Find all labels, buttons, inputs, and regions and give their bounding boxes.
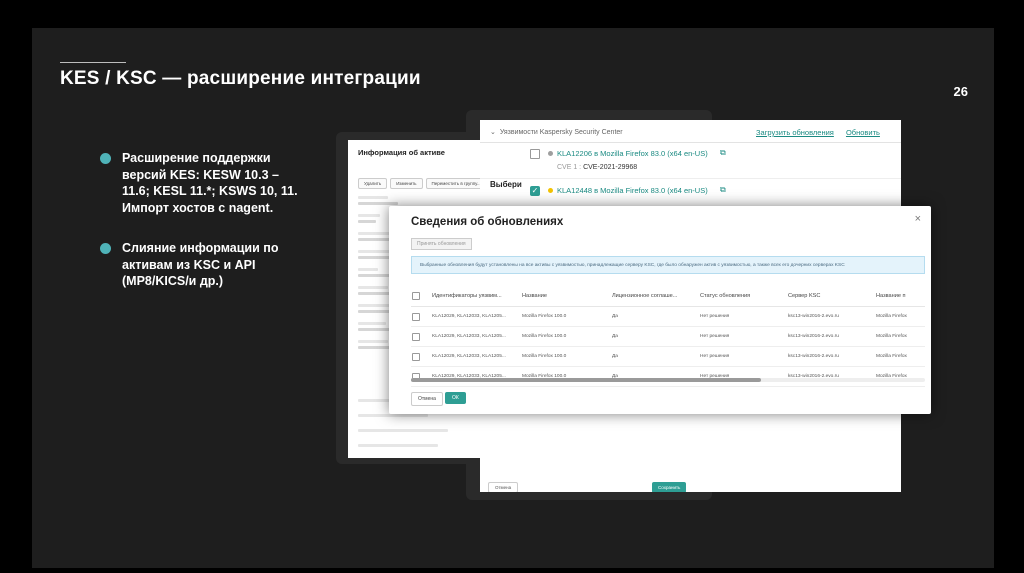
dialog-info-banner: Выбранные обновления будут установлены н… — [411, 256, 925, 274]
vuln-checkbox-checked[interactable]: ✓ — [530, 186, 540, 196]
select-label: Выбери — [490, 180, 522, 189]
dialog-title: Сведения об обновлениях — [411, 216, 564, 228]
select-all-checkbox[interactable] — [412, 292, 420, 300]
row-checkbox[interactable] — [412, 352, 420, 361]
asset-toolbar: Удалить Изменить Переместить в группу... — [358, 172, 490, 190]
close-icon[interactable]: × — [915, 213, 921, 225]
accept-updates-button[interactable]: Принять обновления — [411, 238, 472, 250]
row-checkbox[interactable] — [412, 312, 420, 321]
vuln-cancel-button[interactable]: Отмена — [488, 482, 519, 492]
update-details-dialog: Сведения об обновлениях × Принять обновл… — [389, 206, 931, 414]
bullet-list: Расширение поддержки версий KES: KESW 10… — [100, 150, 300, 314]
vuln-title-link[interactable]: KLA12448 в Mozilla Firefox 83.0 (x64 en-… — [557, 186, 708, 195]
updates-table: Идентификаторы уязвим... Название Лиценз… — [411, 286, 925, 387]
scrollbar-thumb[interactable] — [411, 378, 761, 382]
move-to-group-button[interactable]: Переместить в группу... — [425, 178, 487, 189]
severity-dot-icon — [548, 188, 553, 193]
external-link-icon[interactable]: ⧉ — [720, 185, 726, 195]
bullet-dot-icon — [100, 153, 111, 164]
bullet-item: Слияние информации по активам из KSC и A… — [100, 240, 300, 290]
page-number: 26 — [953, 84, 968, 99]
table-row[interactable]: KLA12029, KLA12033, KLA1205... Mozilla F… — [411, 366, 925, 387]
bullet-dot-icon — [100, 243, 111, 254]
column-header[interactable]: Идентификаторы уязвим... — [431, 286, 521, 307]
table-row[interactable]: KLA12029, KLA12033, KLA1205... Mozilla F… — [411, 306, 925, 327]
table-header-row: Идентификаторы уязвим... Название Лиценз… — [411, 286, 925, 307]
asset-panel-title: Информация об активе — [358, 148, 445, 157]
bullet-item: Расширение поддержки версий KES: KESW 10… — [100, 150, 300, 216]
row-checkbox[interactable] — [412, 332, 420, 341]
external-link-icon[interactable]: ⧉ — [720, 148, 726, 158]
title-rule — [60, 62, 126, 63]
column-header[interactable]: Название — [521, 286, 611, 307]
vuln-title-link[interactable]: KLA12206 в Mozilla Firefox 83.0 (x64 en-… — [557, 149, 708, 158]
horizontal-scrollbar[interactable] — [411, 378, 925, 382]
column-header[interactable]: Название п — [875, 286, 925, 307]
vuln-panel-links: Загрузить обновления Обновить — [756, 128, 880, 137]
vuln-panel-header: ⌄ Уязвимости Kaspersky Security Center — [490, 129, 623, 136]
edit-button[interactable]: Изменить — [390, 178, 423, 189]
vuln-save-button[interactable]: Сохранить — [652, 482, 687, 492]
dialog-ok-button[interactable]: ОК — [445, 392, 466, 404]
dialog-cancel-button[interactable]: Отмена — [411, 392, 443, 406]
slide-title: KES / KSC — расширение интеграции — [60, 68, 421, 89]
load-updates-link[interactable]: Загрузить обновления — [756, 128, 834, 137]
column-header[interactable]: Сервер KSC — [787, 286, 875, 307]
refresh-link[interactable]: Обновить — [846, 128, 880, 137]
column-header[interactable]: Лицензионное соглаше... — [611, 286, 699, 307]
table-row[interactable]: KLA12029, KLA12033, KLA1205... Mozilla F… — [411, 326, 925, 347]
table-row[interactable]: KLA12029, KLA12033, KLA1205... Mozilla F… — [411, 346, 925, 367]
cve-line: CVE 1 : CVE-2021-29968 — [557, 164, 638, 171]
vuln-checkbox[interactable] — [530, 149, 540, 159]
delete-button[interactable]: Удалить — [358, 178, 388, 189]
severity-dot-icon — [548, 151, 553, 156]
chevron-down-icon[interactable]: ⌄ — [490, 129, 496, 136]
column-header[interactable]: Статус обновления — [699, 286, 787, 307]
